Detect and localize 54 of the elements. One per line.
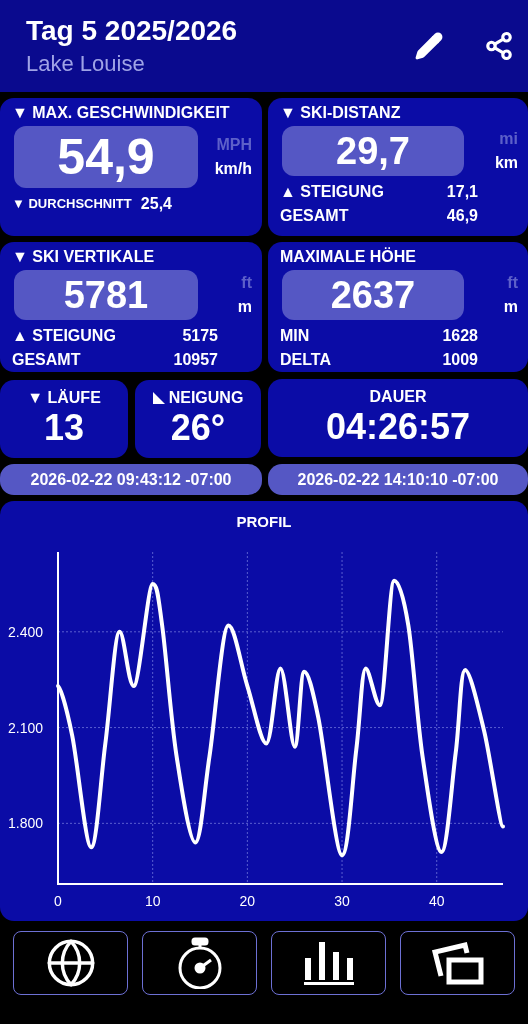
stat-label: GESAMT	[280, 206, 349, 226]
value-display: 2637	[282, 270, 464, 320]
axis-label: 30	[334, 893, 350, 909]
card-title: ▼ SKI-DISTANZ	[280, 104, 402, 122]
card-title: ▼ SKI VERTIKALE	[12, 248, 156, 266]
timestamp: 2026-02-22 09:43:12 -07:00	[0, 464, 262, 495]
card-title: MAXIMALE HÖHE	[280, 248, 417, 266]
stat-value: 17,1	[446, 182, 478, 202]
stat-label: GESAMT	[12, 350, 81, 370]
stat-value: 5175	[182, 326, 218, 346]
axis-label: 2.400	[8, 623, 44, 640]
stat-value: 1628	[442, 326, 478, 346]
value-display: 5781	[14, 270, 198, 320]
unit-toggle[interactable]: m	[503, 298, 518, 316]
nav-button[interactable]	[13, 931, 128, 995]
nav-button[interactable]	[400, 931, 515, 995]
chart-title: PROFIL	[235, 512, 293, 530]
photos-icon	[430, 940, 485, 986]
stat-label: ▼ DURCHSCHNITT	[12, 195, 132, 213]
stat-value: 25,4	[140, 194, 172, 214]
stat-label: ▲ STEIGUNG	[12, 326, 116, 346]
bar-chart-icon	[302, 940, 355, 986]
value-display: 54,9	[14, 126, 198, 188]
edit-button[interactable]	[414, 31, 444, 61]
day-title: Tag 5 2025/2026	[26, 15, 238, 47]
nav-button[interactable]	[271, 931, 386, 995]
slope-icon	[152, 392, 165, 404]
axis-label: 40	[428, 893, 445, 909]
tile-label: ▼ LÄUFE	[27, 389, 101, 407]
axis-label: 2.100	[8, 719, 44, 736]
axis-label: 20	[239, 893, 256, 909]
value-display: 29,7	[282, 126, 464, 176]
nav-button[interactable]	[142, 931, 257, 995]
tile-label: NEIGUNG	[168, 389, 244, 407]
unit-toggle[interactable]: km/h	[214, 160, 252, 178]
timestamp: 2026-02-22 14:10:10 -07:00	[268, 464, 528, 495]
share-button[interactable]	[484, 31, 514, 61]
stat-value: 1009	[442, 350, 478, 370]
stat-value: 46,9	[446, 206, 478, 226]
resort-name: Lake Louise	[26, 51, 146, 77]
axis-label: 10	[144, 893, 161, 909]
unit-toggle[interactable]: m	[237, 298, 252, 316]
axis-label: 0	[54, 893, 62, 909]
axis-label: 1.800	[8, 815, 44, 832]
tile-label: DAUER	[369, 388, 427, 406]
tile-value: 04:26:57	[325, 406, 471, 448]
stat-label: DELTA	[280, 350, 331, 370]
unit-toggle[interactable]: km	[494, 154, 518, 172]
tile-value: 26°	[170, 407, 226, 449]
stat-value: 10957	[173, 350, 218, 370]
stat-label: ▲ STEIGUNG	[280, 182, 384, 202]
stat-label: MIN	[280, 326, 310, 346]
card-title: ▼ MAX. GESCHWINDIGKEIT	[12, 104, 231, 122]
tile-value: 13	[43, 407, 84, 449]
